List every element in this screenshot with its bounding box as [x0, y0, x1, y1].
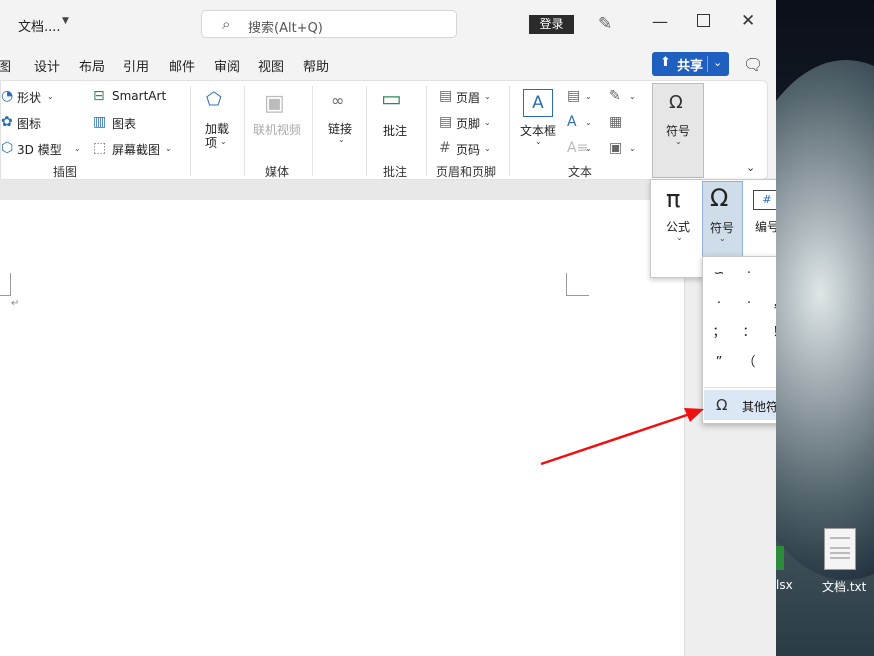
annotation-arrow	[540, 408, 704, 466]
desktop-file-label[interactable]: lsx	[776, 578, 793, 592]
wallpaper-earth	[776, 60, 874, 580]
desktop-file-label[interactable]: 文档.txt	[822, 578, 866, 595]
text-file-icon[interactable]	[824, 528, 856, 570]
excel-file-icon[interactable]	[776, 546, 784, 570]
desktop-background: lsx 文档.txt	[776, 0, 874, 656]
